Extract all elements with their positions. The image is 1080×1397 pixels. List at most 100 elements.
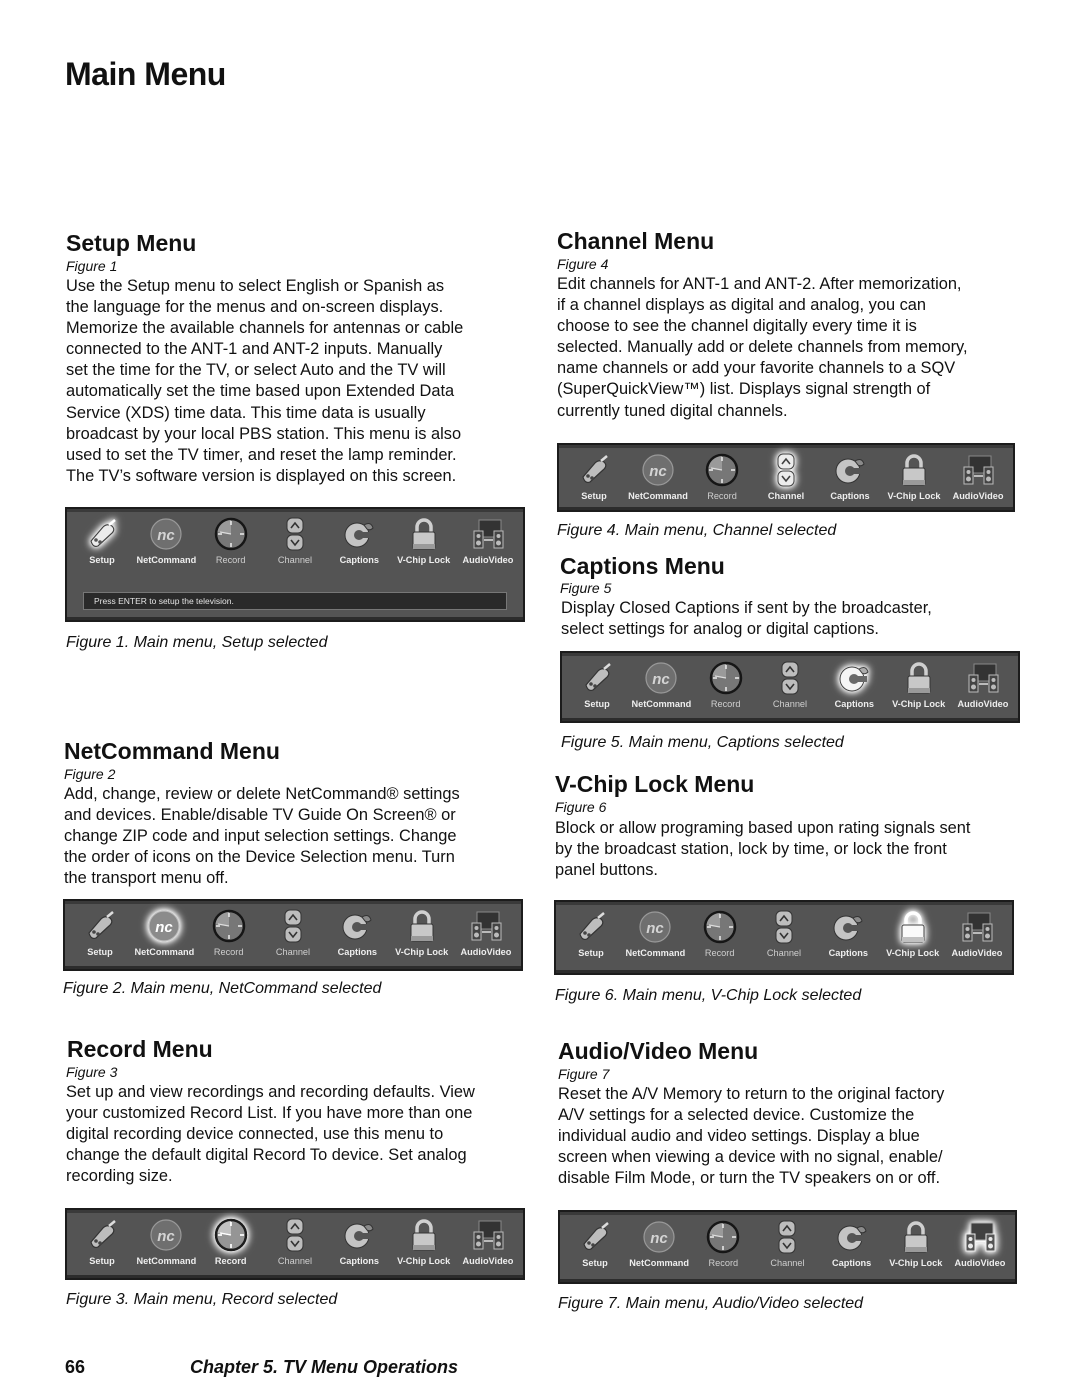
audiovideo-figure-ref: Figure 7 [558,1066,610,1082]
audiovideo-menu-heading: Audio/Video Menu [558,1038,759,1064]
plug-icon [580,661,614,695]
menu-item-captions[interactable]: Captions [328,513,390,575]
plug-icon [85,1218,119,1252]
channel-figure-ref: Figure 4 [557,256,609,272]
menu-item-v-chip-lock[interactable]: V-Chip Lock [888,657,950,719]
clock-icon [709,661,743,695]
menu-item-setup[interactable]: Setup [71,1214,133,1276]
menu-item-captions[interactable]: Captions [817,906,879,968]
tv-speakers-icon [471,1218,505,1252]
menu-item-captions[interactable]: Captions [328,1214,390,1276]
padlock-icon [899,1220,933,1254]
menu-item-label: Setup [581,491,607,501]
menu-item-setup[interactable]: Setup [564,1216,626,1278]
menu-item-label: AudioVideo [954,1258,1006,1268]
menu-item-netcommand[interactable]: nc NetCommand [627,449,689,511]
page-title: Main Menu [65,56,226,92]
padlock-icon [897,453,931,487]
menu-item-netcommand[interactable]: nc NetCommand [624,906,686,968]
padlock-icon [407,517,441,551]
menu-item-netcommand[interactable]: nc NetCommand [133,905,195,967]
plug-icon [578,1220,612,1254]
menu-item-label: Channel [770,1258,805,1268]
menu-item-channel[interactable]: Channel [262,905,324,967]
menu-item-record[interactable]: Record [200,513,262,575]
menu-item-captions[interactable]: Captions [821,1216,883,1278]
netcommand-figure-ref: Figure 2 [64,766,116,782]
menu-item-channel[interactable]: Channel [756,1216,818,1278]
menu-item-label: Captions [337,947,377,957]
vchip-description: Block or allow programing based upon rat… [555,819,971,880]
menu-item-record[interactable]: Record [200,1214,262,1276]
menu-item-label: Setup [89,555,115,565]
menu-item-v-chip-lock[interactable]: V-Chip Lock [882,906,944,968]
record-figure-ref: Figure 3 [66,1064,118,1080]
menu-item-setup[interactable]: Setup [69,905,131,967]
menu-item-captions[interactable]: Captions [819,449,881,511]
setup-menu-heading: Setup Menu [66,230,197,256]
menu-item-label: Captions [339,1256,379,1266]
menu-item-netcommand[interactable]: nc NetCommand [628,1216,690,1278]
menu-item-captions[interactable]: Captions [823,657,885,719]
menu-item-channel[interactable]: Channel [759,657,821,719]
menu-item-setup[interactable]: Setup [566,657,628,719]
captions-icon [340,909,374,943]
menu-item-audiovideo[interactable]: AudioVideo [946,906,1008,968]
tv-speakers-icon [469,909,503,943]
menu-item-label: Setup [578,948,604,958]
tv-speakers-icon [963,1220,997,1254]
menu-item-v-chip-lock[interactable]: V-Chip Lock [883,449,945,511]
page-number: 66 [65,1357,86,1377]
menu-item-audiovideo[interactable]: AudioVideo [457,513,519,575]
plug-icon [574,910,608,944]
menu-item-label: V-Chip Lock [395,947,449,957]
menu-item-label: Captions [828,948,868,958]
menu-item-record[interactable]: Record [692,1216,754,1278]
menu-item-captions[interactable]: Captions [326,905,388,967]
netcommand-menu-screenshot: Setup nc NetCommand Record Channel Captions V-… [63,899,523,971]
menu-item-record[interactable]: Record [198,905,260,967]
clock-icon [212,909,246,943]
menu-item-record[interactable]: Record [689,906,751,968]
menu-item-v-chip-lock[interactable]: V-Chip Lock [885,1216,947,1278]
menu-item-netcommand[interactable]: nc NetCommand [630,657,692,719]
menu-item-v-chip-lock[interactable]: V-Chip Lock [393,513,455,575]
menu-item-setup[interactable]: Setup [563,449,625,511]
plug-icon [577,453,611,487]
setup-description: Use the Setup menu to select English or … [66,277,464,485]
padlock-icon [896,910,930,944]
menu-item-channel[interactable]: Channel [755,449,817,511]
audiovideo-figure-caption: Figure 7. Main menu, Audio/Video selecte… [558,1295,864,1312]
svg-text:nc: nc [650,1230,668,1247]
tv-speakers-icon [471,517,505,551]
svg-text:nc: nc [653,671,671,688]
menu-item-record[interactable]: Record [695,657,757,719]
menu-item-audiovideo[interactable]: AudioVideo [947,449,1009,511]
plug-icon [85,517,119,551]
menu-item-netcommand[interactable]: nc NetCommand [135,1214,197,1276]
up-down-arrows-icon [770,1220,804,1254]
menu-item-channel[interactable]: Channel [264,513,326,575]
setup-menu-screenshot: Setup nc NetCommand Record Channel Captions V-… [65,507,525,622]
menu-item-label: Record [213,947,244,957]
menu-item-channel[interactable]: Channel [753,906,815,968]
menu-item-label: NetCommand [629,1258,690,1268]
menu-item-netcommand[interactable]: nc NetCommand [135,513,197,575]
audiovideo-menu-screenshot: Setup nc NetCommand Record Channel Captions V-… [558,1210,1017,1284]
menu-item-audiovideo[interactable]: AudioVideo [949,1216,1011,1278]
menu-item-record[interactable]: Record [691,449,753,511]
menu-item-v-chip-lock[interactable]: V-Chip Lock [391,905,453,967]
menu-item-audiovideo[interactable]: AudioVideo [455,905,517,967]
menu-item-label: AudioVideo [460,947,512,957]
captions-icon [342,1218,376,1252]
menu-item-setup[interactable]: Setup [560,906,622,968]
menu-item-setup[interactable]: Setup [71,513,133,575]
menu-item-label: Record [704,948,735,958]
netcommand-menu-heading: NetCommand Menu [64,738,280,764]
menu-item-audiovideo[interactable]: AudioVideo [952,657,1014,719]
menu-item-channel[interactable]: Channel [264,1214,326,1276]
up-down-arrows-icon [769,453,803,487]
menu-item-v-chip-lock[interactable]: V-Chip Lock [393,1214,455,1276]
menu-item-audiovideo[interactable]: AudioVideo [457,1214,519,1276]
netcommand-logo-icon: nc [642,1220,676,1254]
